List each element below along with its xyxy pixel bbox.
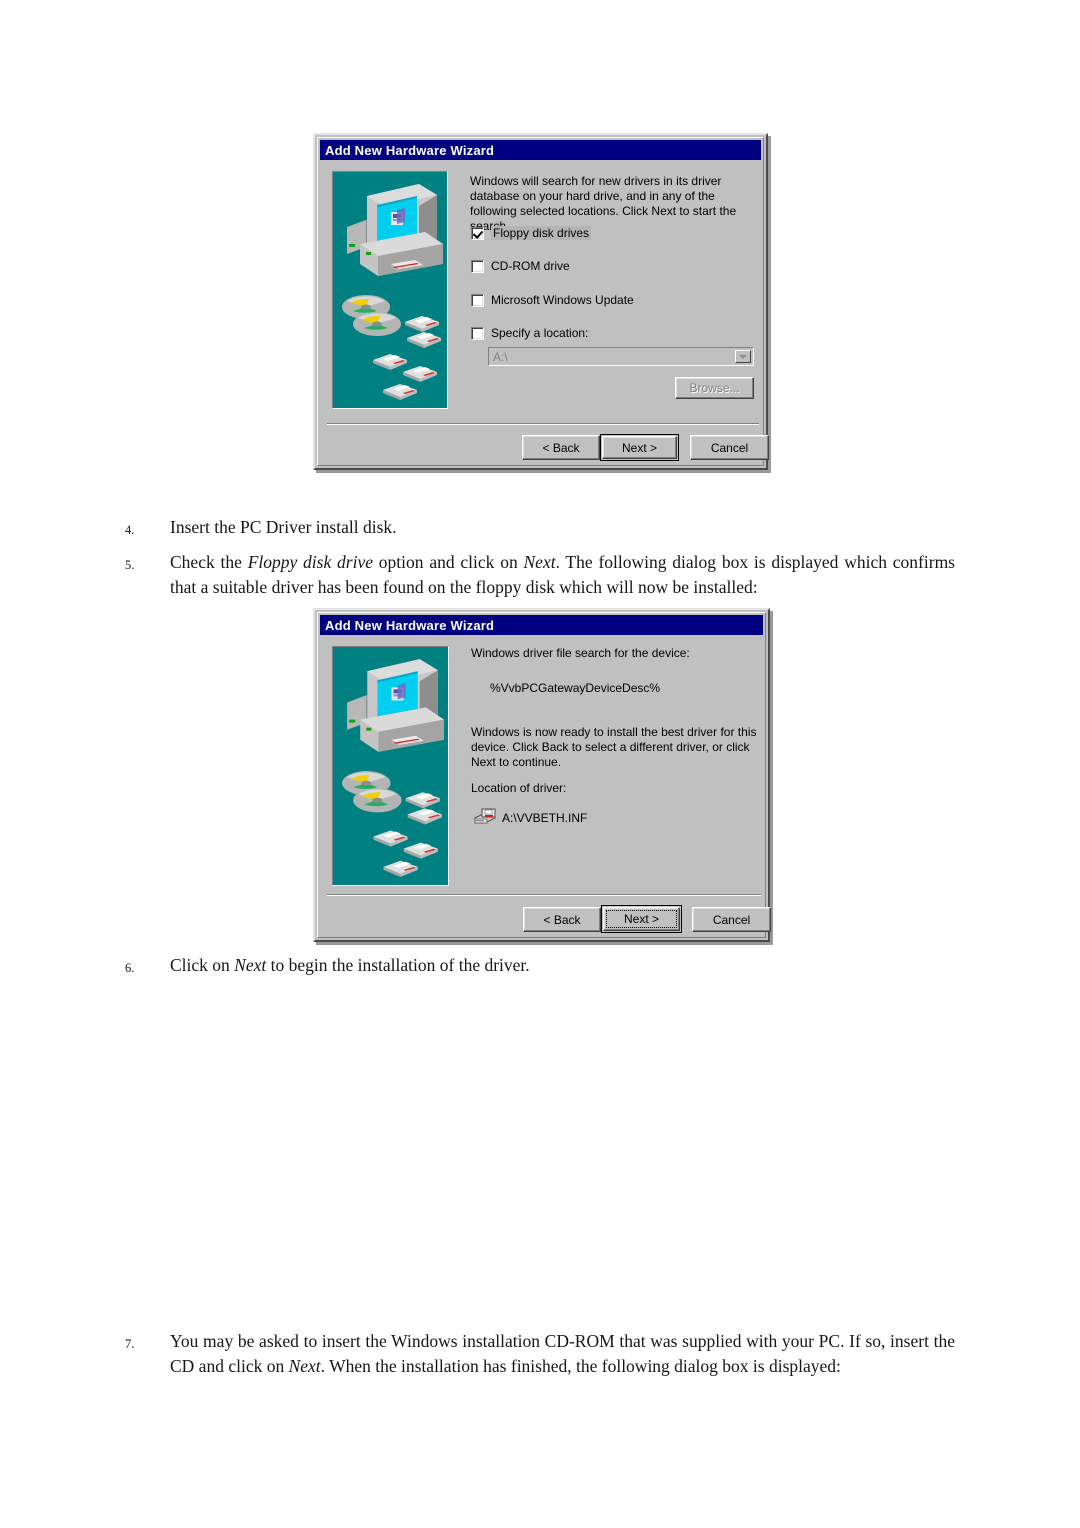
- step-5-text: Check the Floppy disk drive option and c…: [170, 552, 955, 597]
- dialog-1-separator: [327, 423, 759, 425]
- computer-media-illustration-icon: [342, 659, 444, 877]
- cancel-button-dialog-1[interactable]: Cancel: [690, 435, 769, 460]
- dialog-1-title: Add New Hardware Wizard: [325, 142, 495, 158]
- step-4-text: Insert the PC Driver install disk.: [170, 517, 397, 537]
- cancel-button-dialog-2[interactable]: Cancel: [692, 907, 771, 932]
- browse-button[interactable]: Browse...: [675, 377, 754, 399]
- dialog-2-illustration: [332, 646, 449, 886]
- back-button-label-dialog-1: < Back: [542, 440, 580, 455]
- dialog-2-body: Windows is now ready to install the best…: [471, 725, 757, 769]
- dialog-1-description: Windows will search for new drivers in i…: [470, 174, 737, 233]
- dialog-2-heading: Windows driver file search for the devic…: [471, 646, 690, 660]
- step-5-paragraph: 5. Check the Floppy disk drive option an…: [125, 550, 955, 600]
- step-6-text: Click on Next to begin the installation …: [170, 955, 530, 975]
- checkbox-row-floppy-disk-drives[interactable]: Floppy disk drives: [471, 226, 592, 240]
- computer-media-illustration-icon: [342, 184, 443, 400]
- dialog-2-separator: [327, 894, 761, 896]
- dialog-2-titlebar: Add New Hardware Wizard: [320, 615, 763, 635]
- step-5-number: 5.: [125, 558, 135, 572]
- location-combobox[interactable]: A:\: [488, 347, 754, 366]
- browse-button-label: Browse...: [689, 381, 740, 395]
- dialog-1-illustration: [332, 171, 448, 409]
- driver-path-row: A:\VVBETH.INF: [473, 807, 587, 829]
- cancel-button-label-dialog-1: Cancel: [710, 440, 749, 455]
- checkbox-row-cd-rom-drive[interactable]: CD-ROM drive: [471, 259, 570, 273]
- dialog-2-title: Add New Hardware Wizard: [325, 617, 495, 633]
- dialog-2-inner: Add New Hardware Wizard Windows driver f…: [317, 612, 771, 938]
- step-6-number: 6.: [125, 961, 135, 975]
- checkbox-specify-a-location[interactable]: [471, 326, 484, 340]
- next-button-dialog-2[interactable]: Next >: [601, 905, 682, 933]
- step-6-paragraph: 6. Click on Next to begin the installati…: [125, 953, 955, 978]
- chevron-down-icon[interactable]: [735, 350, 751, 363]
- cancel-button-label-dialog-2: Cancel: [712, 912, 751, 927]
- checkbox-row-microsoft-windows-update[interactable]: Microsoft Windows Update: [471, 293, 634, 307]
- checkbox-microsoft-windows-update[interactable]: [471, 293, 484, 307]
- step-7-number: 7.: [125, 1337, 135, 1351]
- checkbox-row-specify-a-location[interactable]: Specify a location:: [471, 326, 588, 340]
- checkbox-label-floppy-disk-drives: Floppy disk drives: [491, 226, 592, 240]
- step-7-text: You may be asked to insert the Windows i…: [170, 1331, 955, 1376]
- add-new-hardware-wizard-dialog-1: Add New Hardware Wizard Windows will sea…: [313, 133, 769, 470]
- back-button-label-dialog-2: < Back: [543, 912, 581, 927]
- floppy-drive-icon: [473, 807, 497, 829]
- location-combobox-value: A:\: [493, 349, 508, 364]
- driver-path-text: A:\VVBETH.INF: [502, 811, 588, 825]
- step-4-paragraph: 4. Insert the PC Driver install disk.: [125, 515, 955, 540]
- dialog-2-device-name: %VvbPCGatewayDeviceDesc%: [490, 681, 661, 695]
- checkbox-label-microsoft-windows-update: Microsoft Windows Update: [491, 293, 634, 307]
- checkbox-label-specify-a-location: Specify a location:: [491, 326, 589, 340]
- back-button-dialog-2[interactable]: < Back: [523, 907, 601, 932]
- dialog-2-location-label: Location of driver:: [471, 781, 567, 795]
- document-page: Add New Hardware Wizard Windows will sea…: [0, 0, 1080, 1528]
- next-button-label-dialog-1: Next >: [621, 440, 657, 455]
- checkbox-floppy-disk-drives[interactable]: [471, 226, 484, 240]
- step-7-paragraph: 7. You may be asked to insert the Window…: [125, 1329, 955, 1379]
- next-button-label-dialog-2: Next >: [623, 912, 659, 926]
- dialog-1-titlebar: Add New Hardware Wizard: [320, 140, 761, 160]
- checkbox-cd-rom-drive[interactable]: [471, 259, 484, 273]
- dialog-1-inner: Add New Hardware Wizard Windows will sea…: [317, 137, 769, 466]
- checkbox-label-cd-rom-drive: CD-ROM drive: [491, 259, 570, 273]
- next-button-dialog-1[interactable]: Next >: [600, 434, 679, 461]
- add-new-hardware-wizard-dialog-2: Add New Hardware Wizard Windows driver f…: [313, 608, 771, 942]
- back-button-dialog-1[interactable]: < Back: [522, 435, 600, 460]
- step-4-number: 4.: [125, 523, 135, 537]
